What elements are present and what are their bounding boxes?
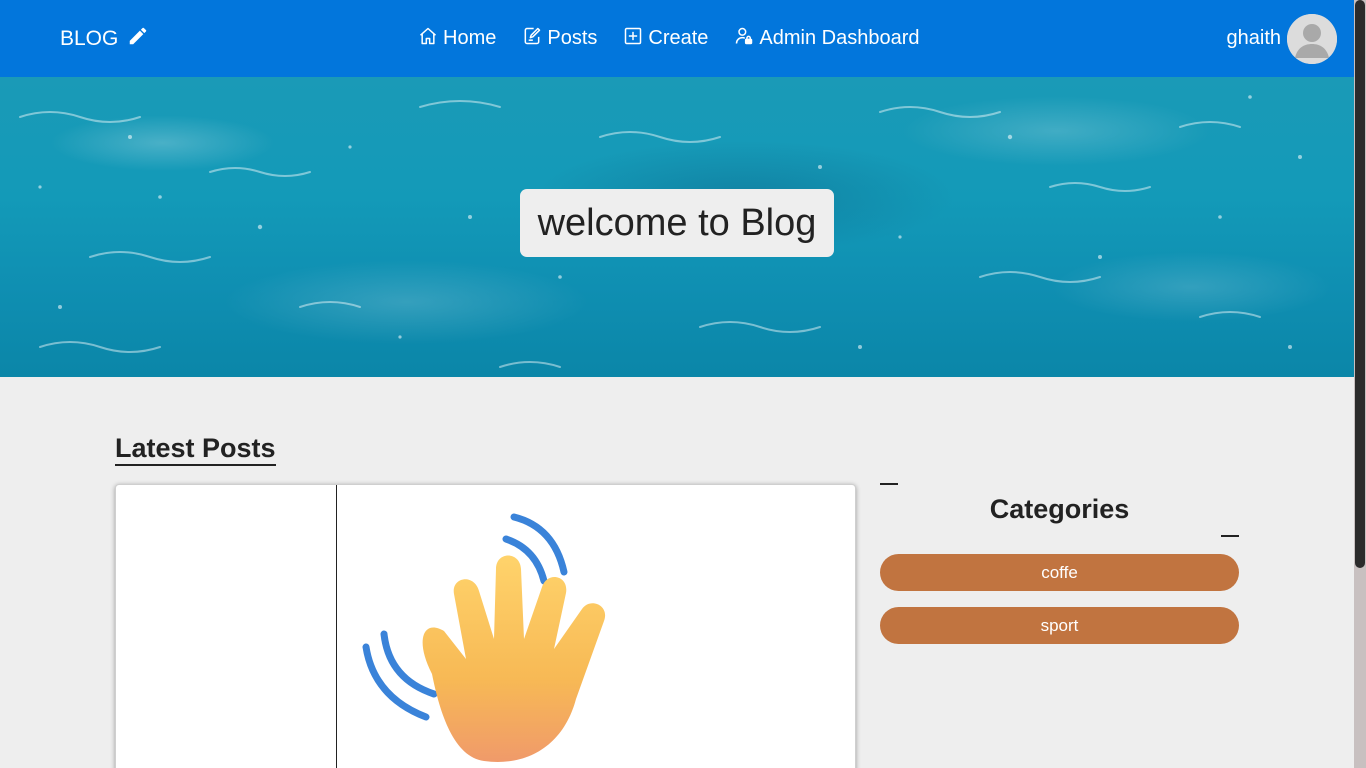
nav-posts-label: Posts bbox=[547, 27, 598, 49]
category-button-coffe[interactable]: coffe bbox=[880, 554, 1239, 591]
latest-posts-heading: Latest Posts bbox=[115, 433, 276, 466]
main-nav: Home Posts Create Admin Dashboard bbox=[418, 0, 920, 77]
brand-link[interactable]: BLOG bbox=[60, 0, 149, 77]
nav-admin-dashboard[interactable]: Admin Dashboard bbox=[734, 26, 920, 52]
sidebar-divider-top bbox=[880, 483, 898, 485]
nav-create-label: Create bbox=[648, 27, 709, 49]
home-icon bbox=[418, 26, 438, 52]
brand-label: BLOG bbox=[60, 26, 119, 50]
user-lock-icon bbox=[734, 26, 754, 52]
sidebar-divider-bottom bbox=[1221, 535, 1239, 537]
page-scrollbar[interactable] bbox=[1354, 0, 1366, 768]
hero-title: welcome to Blog bbox=[520, 189, 834, 257]
navbar: BLOG Home Posts Create Admin Dashboard g… bbox=[0, 0, 1354, 77]
nav-admin-label: Admin Dashboard bbox=[759, 27, 920, 49]
waving-hand-icon bbox=[354, 499, 624, 768]
hero-banner: welcome to Blog bbox=[0, 77, 1354, 377]
scrollbar-thumb[interactable] bbox=[1355, 0, 1365, 568]
nav-home[interactable]: Home bbox=[418, 26, 496, 52]
user-menu: ghaith bbox=[1226, 0, 1337, 77]
nav-create[interactable]: Create bbox=[623, 26, 708, 52]
categories-heading: Categories bbox=[989, 494, 1130, 524]
post-card[interactable] bbox=[115, 484, 856, 768]
plus-square-icon bbox=[623, 26, 643, 52]
edit-document-icon bbox=[522, 26, 542, 52]
username: ghaith bbox=[1226, 27, 1282, 49]
post-divider bbox=[336, 485, 337, 768]
nav-posts[interactable]: Posts bbox=[522, 26, 597, 52]
nav-home-label: Home bbox=[443, 27, 497, 49]
category-button-sport[interactable]: sport bbox=[880, 607, 1239, 644]
avatar[interactable] bbox=[1287, 13, 1337, 64]
pencil-icon bbox=[127, 25, 149, 53]
